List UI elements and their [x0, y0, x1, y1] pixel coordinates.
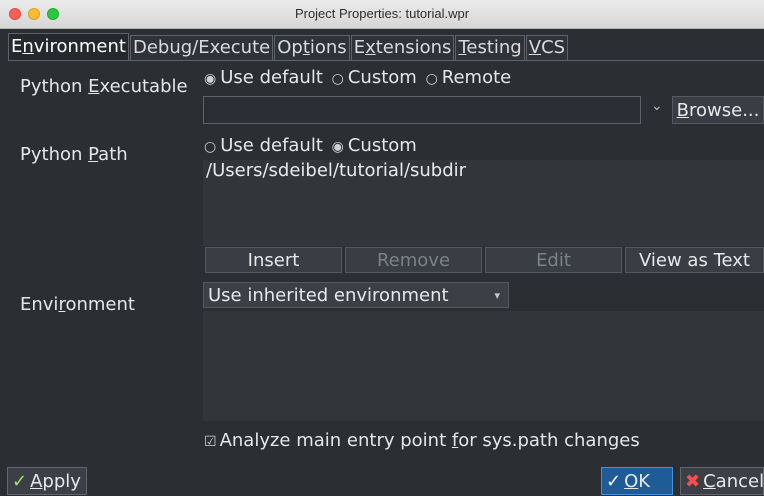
tab-vcs[interactable]: VCS [525, 35, 569, 60]
tab-extensions[interactable]: Extensions [350, 35, 455, 60]
insert-button[interactable]: Insert [205, 247, 342, 273]
tab-options[interactable]: Options [274, 35, 350, 60]
python-executable-label: Python Executable [20, 76, 188, 97]
python-executable-input[interactable] [203, 96, 641, 124]
radio-custom[interactable]: ○ Custom [332, 67, 417, 88]
radio-selected-icon: ◉ [204, 71, 217, 87]
python-path-options: ○ Use default ◉ Custom [204, 135, 417, 156]
environment-label: Environment [20, 294, 135, 315]
radio-unselected-icon: ○ [425, 71, 438, 87]
tab-testing[interactable]: Testing [455, 35, 525, 60]
dropdown-arrow-icon: ▾ [494, 289, 500, 302]
radio-selected-icon: ◉ [331, 139, 344, 155]
cross-icon: ✖ [685, 471, 701, 492]
radio-path-custom[interactable]: ◉ Custom [332, 135, 417, 156]
cancel-button[interactable]: ✖ Cancel [680, 467, 764, 495]
title-bar: Project Properties: tutorial.wpr [0, 0, 764, 29]
remove-button[interactable]: Remove [345, 247, 482, 273]
checkbox-checked-icon: ☑ [204, 434, 217, 450]
window-title: Project Properties: tutorial.wpr [294, 6, 470, 21]
environment-select[interactable]: Use inherited environment ▾ [203, 282, 509, 308]
radio-unselected-icon: ○ [331, 71, 344, 87]
apply-button[interactable]: ✓ Apply [7, 467, 87, 495]
view-as-text-button[interactable]: View as Text [625, 247, 764, 273]
environment-variables-area[interactable] [203, 311, 764, 421]
python-path-label: Python Path [20, 144, 128, 165]
tab-bar: Environment Debug/Execute Options Extens… [8, 33, 569, 60]
radio-use-default[interactable]: ◉ Use default [204, 67, 323, 88]
ok-button[interactable]: ✓ OK [601, 467, 673, 495]
tab-divider [8, 60, 764, 61]
radio-unselected-icon: ○ [204, 139, 217, 155]
radio-remote[interactable]: ○ Remote [426, 67, 512, 88]
chevron-down-icon[interactable]: ⌄ [651, 98, 663, 114]
analyze-checkbox[interactable]: ☑ Analyze main entry point for sys.path c… [204, 430, 640, 451]
list-item[interactable]: /Users/sdeibel/tutorial/subdir [206, 160, 466, 181]
radio-path-use-default[interactable]: ○ Use default [204, 135, 323, 156]
python-executable-options: ◉ Use default ○ Custom ○ Remote [204, 67, 511, 88]
tab-debug-execute[interactable]: Debug/Execute [129, 35, 274, 60]
checkmark-icon: ✓ [606, 471, 622, 492]
edit-button[interactable]: Edit [485, 247, 622, 273]
tab-environment[interactable]: Environment [8, 33, 129, 60]
browse-button[interactable]: Browse... [672, 96, 764, 124]
python-path-list[interactable]: /Users/sdeibel/tutorial/subdir [203, 160, 764, 246]
checkmark-icon: ✓ [12, 471, 28, 492]
